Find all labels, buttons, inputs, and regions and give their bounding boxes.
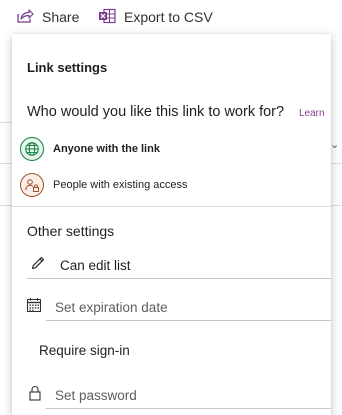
learn-more-link[interactable]: Learn — [299, 108, 325, 119]
share-icon — [16, 8, 42, 27]
excel-icon — [98, 8, 124, 27]
list-row-divider — [0, 122, 12, 123]
share-label: Share — [42, 9, 80, 25]
globe-icon — [20, 137, 44, 161]
command-bar: Share Export to CSV — [0, 0, 342, 34]
expiration-placeholder: Set expiration date — [55, 299, 168, 315]
list-row-divider — [0, 163, 12, 164]
option-label: People with existing access — [53, 179, 188, 191]
expiration-date-field[interactable]: Set expiration date — [26, 296, 168, 318]
export-csv-button[interactable]: Export to CSV — [98, 6, 213, 28]
other-settings-heading: Other settings — [27, 223, 115, 239]
list-row-divider — [331, 163, 342, 164]
password-placeholder: Set password — [55, 387, 137, 403]
password-field[interactable]: Set password — [28, 384, 137, 406]
list-row-divider — [0, 205, 12, 206]
field-underline — [46, 320, 331, 321]
people-lock-icon — [20, 173, 44, 197]
list-row-divider — [331, 205, 342, 206]
permission-label: Can edit list — [60, 257, 131, 273]
pencil-icon — [30, 255, 46, 276]
option-existing-access[interactable]: People with existing access — [20, 172, 188, 198]
field-underline — [46, 408, 331, 409]
permission-dropdown[interactable]: Can edit list — [30, 255, 131, 275]
share-button[interactable]: Share — [16, 6, 79, 28]
audience-question: Who would you like this link to work for… — [27, 104, 285, 120]
require-signin-toggle[interactable]: Require sign-in — [39, 340, 130, 360]
lock-icon — [28, 385, 42, 406]
option-label: Anyone with the link — [53, 143, 160, 155]
list-background-right — [331, 34, 342, 415]
calendar-icon — [26, 297, 42, 318]
panel-title: Link settings — [27, 60, 108, 75]
list-background-left — [0, 34, 12, 415]
field-underline — [27, 278, 331, 279]
divider — [12, 206, 331, 207]
link-settings-panel: Link settings Who would you like this li… — [12, 34, 331, 415]
export-label: Export to CSV — [124, 9, 213, 25]
require-signin-label: Require sign-in — [39, 342, 130, 358]
option-anyone-with-link[interactable]: Anyone with the link — [20, 136, 160, 162]
chevron-down-icon[interactable]: ⌄ — [330, 138, 339, 151]
